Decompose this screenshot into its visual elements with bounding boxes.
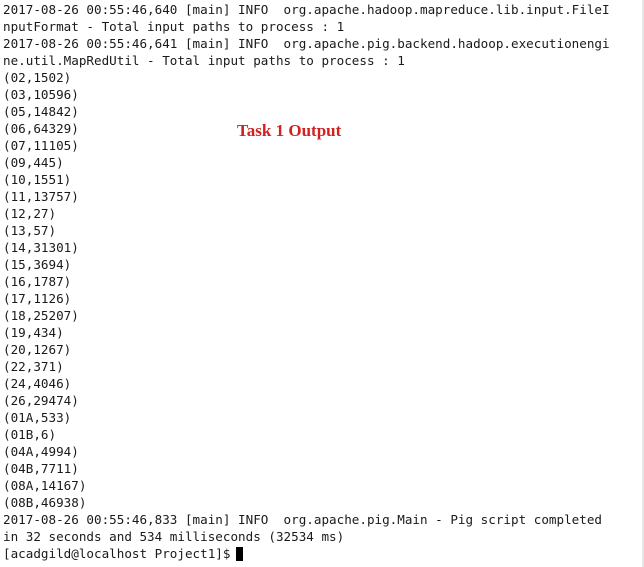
terminal-output-line: (09,445) [3, 155, 64, 170]
terminal-output-line: 2017-08-26 00:55:46,641 [main] INFO org.… [3, 36, 610, 51]
terminal-output-line: (22,371) [3, 359, 64, 374]
terminal-output-line: 2017-08-26 00:55:46,833 [main] INFO org.… [3, 512, 602, 527]
terminal-output-line: (19,434) [3, 325, 64, 340]
terminal-output-line: (14,31301) [3, 240, 79, 255]
shell-prompt: [acadgild@localhost Project1]$ [3, 546, 231, 561]
terminal-output-line: (11,13757) [3, 189, 79, 204]
terminal-output-line: nputFormat - Total input paths to proces… [3, 19, 345, 34]
terminal-output-line: (18,25207) [3, 308, 79, 323]
terminal-output-line: (12,27) [3, 206, 57, 221]
terminal-output-line: (04A,4994) [3, 444, 79, 459]
terminal-window[interactable]: 2017-08-26 00:55:46,640 [main] INFO org.… [0, 0, 644, 567]
shell-prompt-line[interactable]: [acadgild@localhost Project1]$ [0, 545, 644, 562]
terminal-output-line: (04B,7711) [3, 461, 79, 476]
terminal-output-line: ne.util.MapRedUtil - Total input paths t… [3, 53, 405, 68]
terminal-output-line: (08A,14167) [3, 478, 87, 493]
terminal-output-line: (03,10596) [3, 87, 79, 102]
terminal-output-line: (16,1787) [3, 274, 72, 289]
terminal-output-line: (15,3694) [3, 257, 72, 272]
terminal-output: 2017-08-26 00:55:46,640 [main] INFO org.… [0, 1, 644, 545]
terminal-output-line: (01A,533) [3, 410, 72, 425]
terminal-output-line: (17,1126) [3, 291, 72, 306]
terminal-output-line: (26,29474) [3, 393, 79, 408]
terminal-output-line: (13,57) [3, 223, 57, 238]
terminal-output-line: (02,1502) [3, 70, 72, 85]
block-cursor-icon [236, 546, 244, 561]
terminal-output-line: (08B,46938) [3, 495, 87, 510]
terminal-output-line: (24,4046) [3, 376, 72, 391]
terminal-output-line: in 32 seconds and 534 milliseconds (3253… [3, 529, 345, 544]
terminal-output-line: (01B,6) [3, 427, 57, 442]
terminal-output-line: 2017-08-26 00:55:46,640 [main] INFO org.… [3, 2, 610, 17]
terminal-output-line: (05,14842) [3, 104, 79, 119]
terminal-output-line: (20,1267) [3, 342, 72, 357]
terminal-output-line: (10,1551) [3, 172, 72, 187]
task-output-annotation: Task 1 Output [237, 121, 342, 140]
